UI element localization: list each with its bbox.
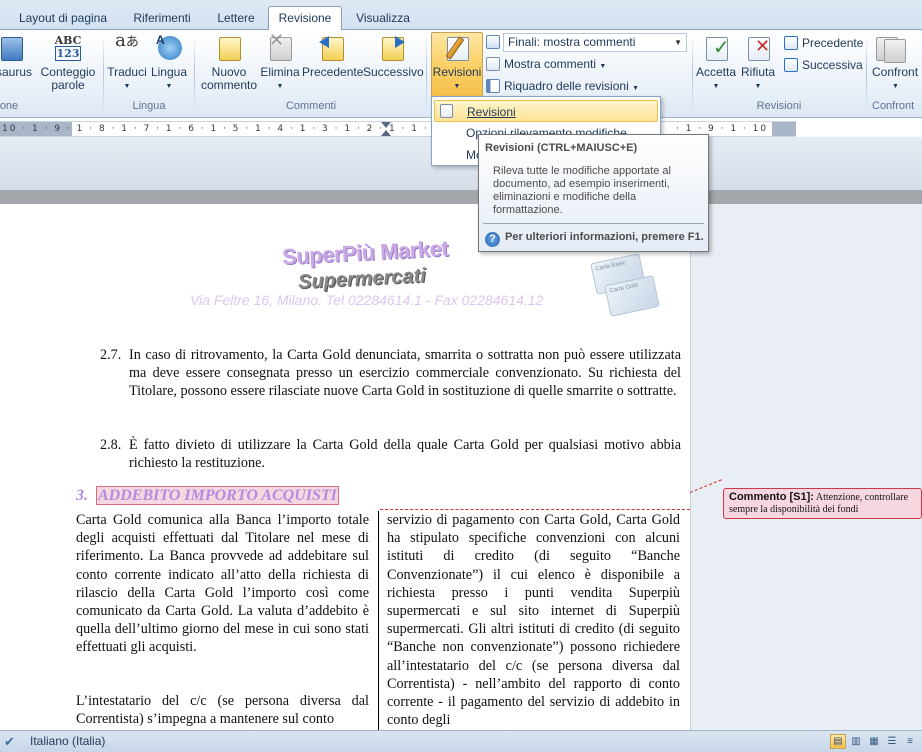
menu-item-revisioni[interactable]: Revisioni	[434, 100, 658, 122]
group-label-language: Lingua	[132, 100, 166, 112]
reviewing-pane-button[interactable]: Riquadro delle revisioni ▼	[486, 76, 639, 96]
display-review-icon	[486, 35, 500, 49]
chevron-down-icon: ▼	[165, 83, 173, 90]
delete-comment-button[interactable]: ✕ Elimina ▼	[258, 31, 302, 93]
markup-area	[690, 204, 922, 730]
ribbon-tab-bar: Layout di pagina Riferimenti Lettere Rev…	[0, 0, 922, 31]
comment-connector-line	[380, 509, 690, 510]
column-1-paragraph-1: Carta Gold comunica alla Banca l’importo…	[76, 512, 369, 656]
chevron-down-icon: ▼	[453, 83, 461, 90]
next-comment-button[interactable]: Successivo	[363, 34, 424, 79]
logo-subtitle: Supermercati	[297, 264, 427, 294]
draft-view-icon[interactable]: ≡	[902, 734, 918, 749]
paragraph-2-7: In caso di ritrovamento, la Carta Gold d…	[129, 347, 681, 400]
group-separator	[692, 34, 693, 114]
tooltip-help: ? Per ulteriori informazioni, premere F1.	[485, 231, 704, 247]
compare-icon	[876, 34, 906, 64]
status-bar: ✔ Italiano (Italia) ▤ ▥ ▦ ☰ ≡	[0, 730, 922, 752]
language-button[interactable]: A Lingua ▼	[148, 34, 190, 93]
delete-comment-icon: ✕	[265, 31, 295, 64]
tooltip-divider	[483, 223, 704, 224]
page-gap	[0, 190, 922, 204]
compare-button[interactable]: Confront ▼	[872, 34, 922, 93]
chevron-down-icon: ▼	[599, 63, 607, 70]
translate-button[interactable]: aあ Traduci ▼	[106, 30, 148, 93]
translate-icon: aあ	[115, 30, 139, 51]
group-separator	[103, 34, 104, 114]
commented-text[interactable]: ADDEBITO IMPORTO ACQUISTI	[96, 486, 339, 505]
book-icon	[0, 34, 29, 64]
group-label-comments: Commenti	[285, 100, 337, 112]
paragraph-number: 2.8.	[100, 437, 122, 453]
track-changes-icon	[440, 104, 456, 119]
track-changes-button[interactable]: Revisioni ▼	[431, 34, 483, 93]
accept-button[interactable]: ✓ Accetta ▼	[694, 34, 738, 93]
next-change-button[interactable]: Successiva	[784, 55, 863, 75]
next-comment-icon	[377, 34, 407, 64]
reviewing-pane-icon	[486, 79, 500, 93]
print-layout-view-icon[interactable]: ▤	[830, 734, 846, 749]
tab-visualizza[interactable]: Visualizza	[348, 9, 418, 30]
ruler-margin-right	[772, 122, 796, 136]
globe-language-icon: A	[154, 34, 184, 64]
previous-comment-icon	[317, 34, 347, 64]
new-comment-button[interactable]: Nuovo commento	[200, 34, 258, 92]
column-1-paragraph-2: L’intestatario del c/c (se persona diver…	[76, 693, 369, 728]
previous-change-icon	[784, 36, 798, 50]
group-separator	[194, 34, 195, 114]
column-2-paragraph-1: servizio di pagamento con Carta Gold, Ca…	[387, 512, 680, 729]
status-language[interactable]: Italiano (Italia)	[30, 734, 105, 748]
chevron-down-icon: ▼	[892, 83, 899, 90]
spellcheck-icon[interactable]: ✔	[4, 734, 15, 750]
abc-123-icon: ABC 123	[54, 34, 82, 61]
tab-layout[interactable]: Layout di pagina	[8, 9, 118, 30]
help-icon: ?	[485, 232, 500, 247]
paragraph-number: 2.7.	[100, 347, 122, 363]
chevron-down-icon: ▼	[712, 83, 720, 90]
reject-button[interactable]: ✕ Rifiuta ▼	[738, 34, 778, 93]
paragraph-2-8: È fatto divieto di utilizzare la Carta G…	[129, 437, 681, 472]
full-screen-reading-icon[interactable]: ▥	[848, 734, 864, 749]
document-page[interactable]: SuperPiù Market Supermercati Via Feltre …	[0, 204, 690, 730]
tab-revisione[interactable]: Revisione	[268, 6, 342, 31]
previous-comment-button[interactable]: Precedente	[302, 34, 363, 79]
outline-view-icon[interactable]: ☰	[884, 734, 900, 749]
chevron-down-icon: ▼	[632, 85, 640, 92]
group-separator	[426, 34, 427, 114]
group-label-changes: Revisioni	[756, 100, 802, 112]
new-comment-icon	[214, 34, 244, 64]
chevron-down-icon: ▼	[276, 83, 284, 90]
tooltip-title: Revisioni (CTRL+MAIUSC+E)	[485, 142, 638, 154]
previous-change-button[interactable]: Precedente	[784, 33, 863, 53]
web-layout-icon[interactable]: ▦	[866, 734, 882, 749]
tab-lettere[interactable]: Lettere	[208, 9, 264, 30]
logo-address: Via Feltre 16, Milano. Tel 02284614.1 - …	[190, 292, 544, 308]
show-markup-icon	[486, 57, 500, 71]
display-for-review-icon-wrap	[486, 32, 504, 52]
comment-label: Commento [S1]:	[729, 491, 814, 503]
cards-image: Carta Basic Carta Gold	[590, 253, 665, 317]
word-count-button[interactable]: ABC 123 Conteggio parole	[38, 34, 98, 92]
chevron-down-icon: ▼	[123, 83, 131, 90]
display-for-review-combo[interactable]: Finali: mostra commenti ▼	[503, 33, 687, 52]
next-change-icon	[784, 58, 798, 72]
tooltip: Revisioni (CTRL+MAIUSC+E) Rileva tutte l…	[478, 134, 709, 252]
group-separator	[866, 34, 867, 114]
tab-riferimenti[interactable]: Riferimenti	[124, 9, 200, 30]
thesaurus-button[interactable]: saurus	[0, 34, 36, 79]
chevron-down-icon: ▼	[754, 83, 762, 90]
chevron-down-icon: ▼	[674, 38, 682, 47]
group-label-compare: Confront	[872, 100, 915, 112]
tooltip-body: Rileva tutte le modifiche apportate al d…	[493, 165, 671, 216]
group-label-proofing: one	[0, 100, 19, 112]
hanging-indent-marker[interactable]	[381, 130, 391, 136]
accept-icon: ✓	[701, 34, 731, 64]
column-separator	[378, 511, 379, 730]
comment-balloon[interactable]: Commento [S1]: Attenzione, controllare s…	[723, 488, 922, 519]
first-line-indent-marker[interactable]	[381, 122, 391, 128]
show-markup-button[interactable]: Mostra commenti ▼	[486, 54, 606, 74]
track-changes-icon	[442, 34, 472, 64]
section-heading: 3. ADDEBITO IMPORTO ACQUISTI	[76, 486, 339, 505]
reject-icon: ✕	[743, 34, 773, 64]
